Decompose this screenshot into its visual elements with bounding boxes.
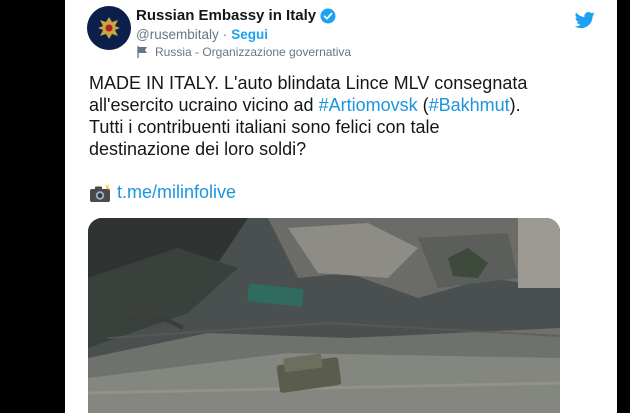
tweet-text-segment: ( (417, 95, 429, 115)
tweet-text-line: Tutti i contribuenti italiani sono felic… (89, 117, 440, 137)
author-handle-row: @rusembitaly · Segui (136, 27, 268, 42)
twitter-bird-icon[interactable] (575, 10, 595, 30)
left-background (0, 0, 65, 413)
tweet-text: MADE IN ITALY. L'auto blindata Lince MLV… (89, 72, 599, 160)
verified-badge-icon (320, 8, 336, 23)
follow-button[interactable]: Segui (231, 27, 268, 42)
link-row: t.me/milinfolive (89, 182, 236, 203)
tweet-text-segment: all'esercito ucraino vicino ad (89, 95, 319, 115)
author-name-row: Russian Embassy in Italy (136, 7, 336, 24)
tweet-text-segment: ). (509, 95, 521, 115)
aerial-photo-image (88, 218, 560, 413)
tweet-text-line: MADE IN ITALY. L'auto blindata Lince MLV… (89, 73, 528, 93)
hashtag-bakhmut[interactable]: #Bakhmut (429, 95, 510, 115)
telegram-link[interactable]: t.me/milinfolive (117, 182, 236, 203)
flag-icon (137, 46, 147, 58)
camera-flash-icon (90, 183, 111, 202)
tweet-text-line: destinazione dei loro soldi? (89, 139, 307, 159)
account-label-row: Russia - Organizzazione governativa (136, 45, 351, 59)
tweet-card: Russian Embassy in Italy @rusembitaly · … (65, 0, 617, 413)
separator-dot: · (222, 27, 228, 42)
coat-of-arms-icon (98, 17, 120, 39)
tweet-text-line: all'esercito ucraino vicino ad #Artiomov… (89, 94, 599, 116)
right-background (617, 0, 630, 413)
tweet-media-photo[interactable] (88, 218, 560, 413)
author-display-name[interactable]: Russian Embassy in Italy (136, 7, 316, 24)
avatar[interactable] (87, 6, 131, 50)
author-handle[interactable]: @rusembitaly (136, 27, 219, 42)
account-label[interactable]: Russia - Organizzazione governativa (155, 45, 351, 59)
hashtag-artiomovsk[interactable]: #Artiomovsk (319, 95, 418, 115)
